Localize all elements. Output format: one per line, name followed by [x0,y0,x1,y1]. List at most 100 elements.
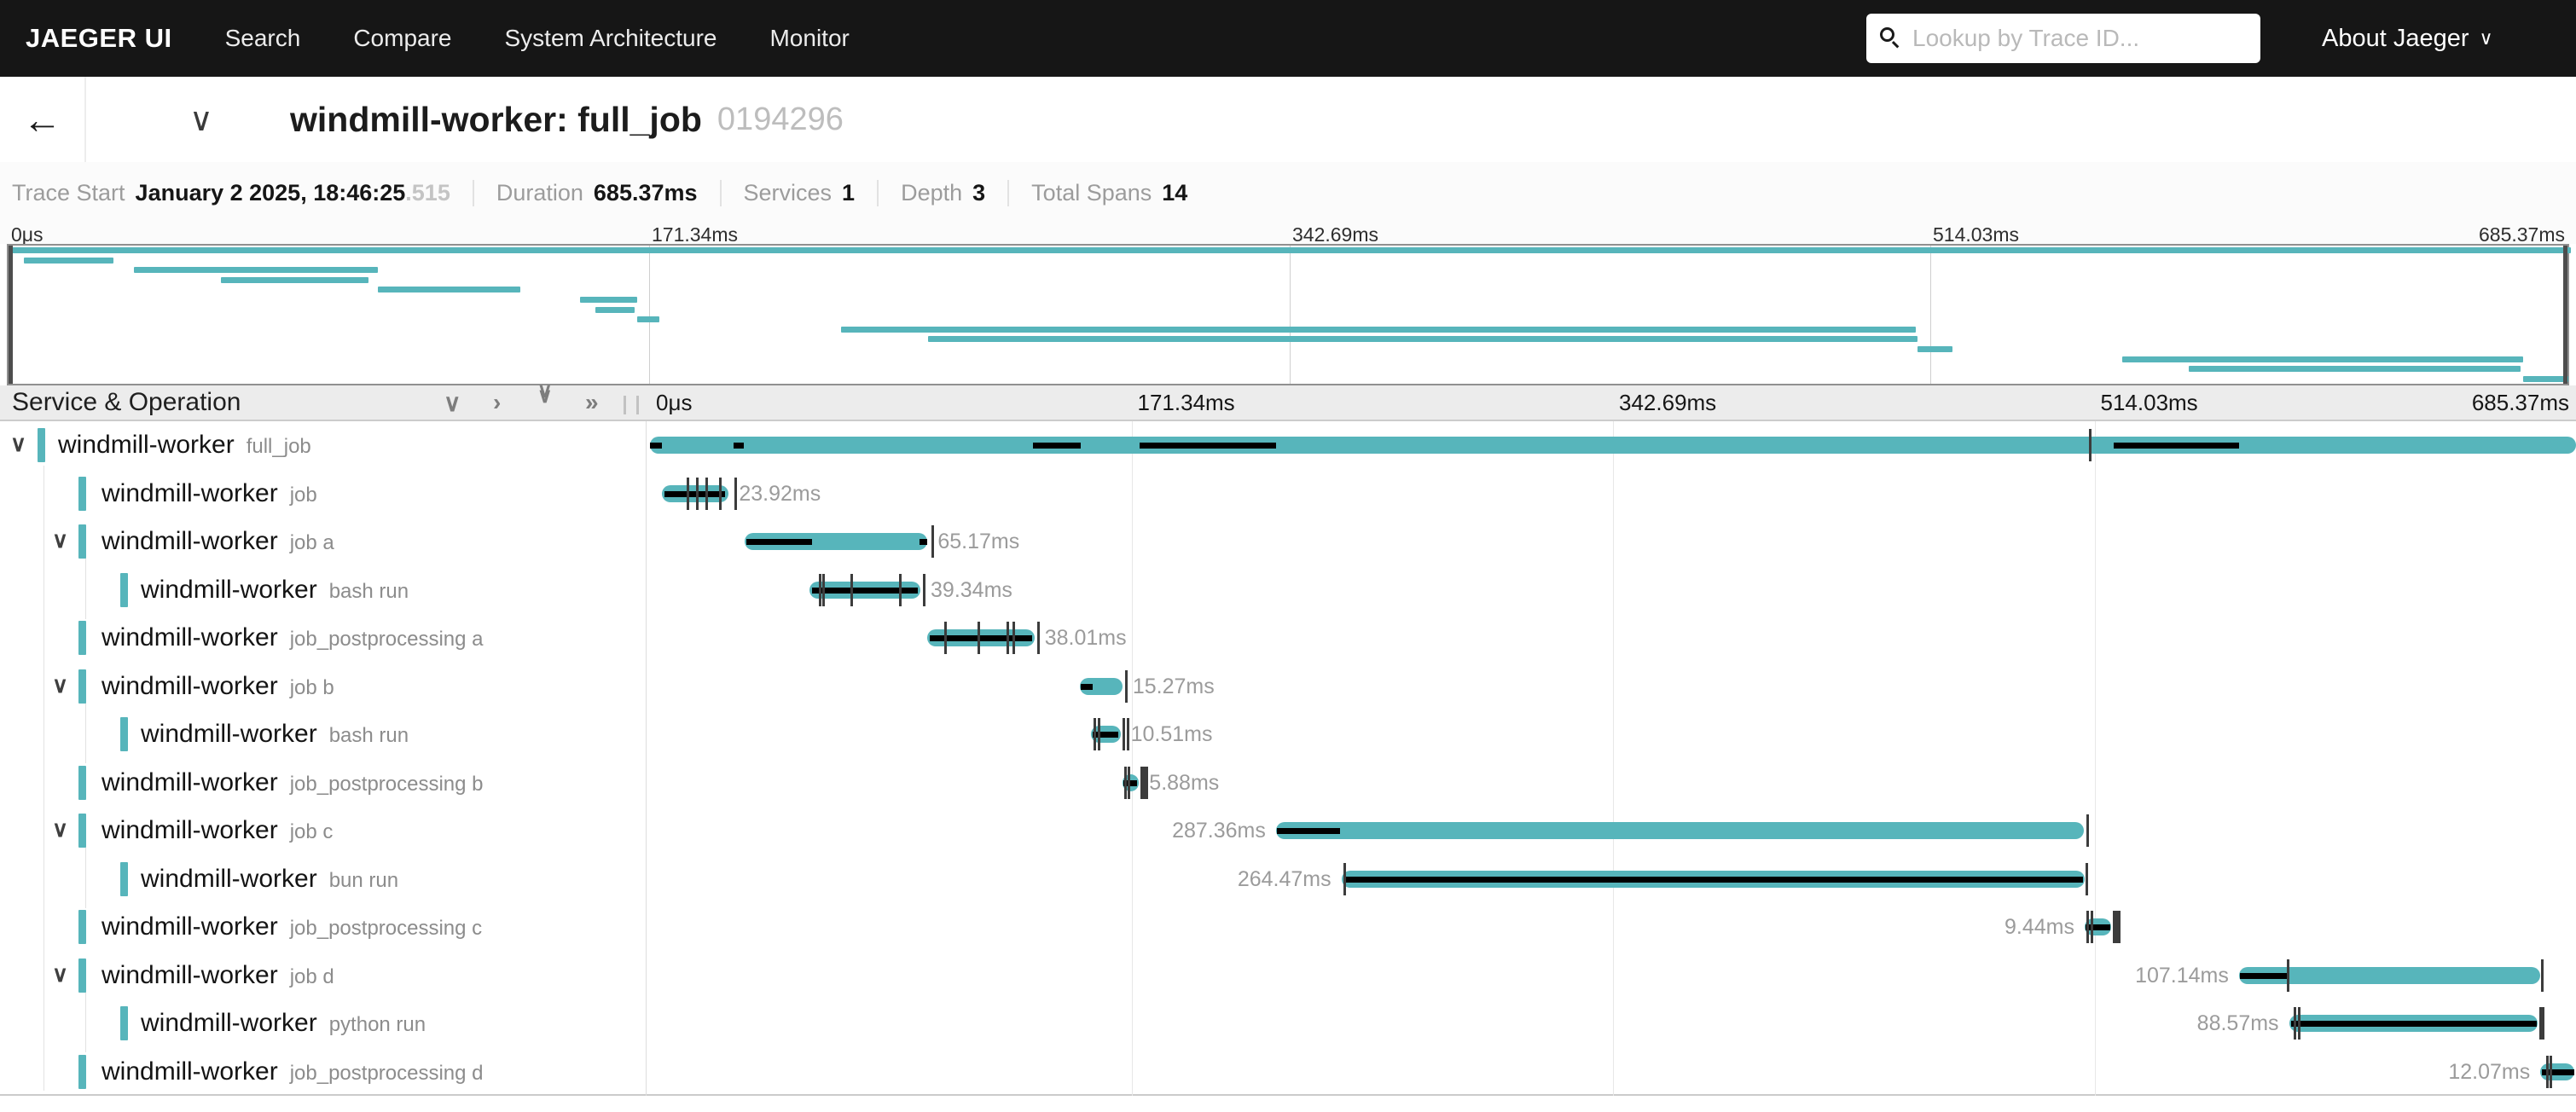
span-log-tick [687,478,689,510]
minimap-right-scrubber-handle[interactable] [2563,246,2567,384]
span-operation-name: bash run [329,724,409,747]
span-duration-bar[interactable] [650,437,2576,454]
trace-id: 0194296 [717,101,844,138]
span-collapse-chevron-icon[interactable]: ∨ [52,816,68,843]
nav-item-compare[interactable]: Compare [353,25,451,52]
span-log-tick [1123,718,1125,750]
trace-title: windmill-worker: full_job 0194296 [290,77,844,162]
jaeger-logo[interactable]: JAEGER UI [26,23,172,54]
span-duration-label: 107.14ms [2135,964,2229,988]
span-operation-name: job d [290,965,334,988]
span-row[interactable]: windmill-workerpython run88.57ms [0,999,2576,1048]
service-operation-header: Service & Operation [12,385,241,420]
search-icon [1880,27,1902,49]
span-service-name[interactable]: windmill-workerjob_postprocessing d [102,1057,484,1086]
span-row[interactable]: windmill-workerjob 23.92ms [0,470,2576,518]
span-log-tick [978,622,980,654]
nav-item-system-architecture[interactable]: System Architecture [505,25,717,52]
span-row[interactable]: windmill-workerbash run39.34ms [0,566,2576,615]
span-operation-name: job_postprocessing c [290,917,482,940]
summary-label: Services [744,180,833,206]
span-collapse-chevron-icon[interactable]: ∨ [52,961,68,987]
collapse-trace-details-chevron[interactable]: ∨ [189,77,213,162]
span-critical-path-segment [1277,828,1340,834]
span-service-name[interactable]: windmill-workerjob_postprocessing b [102,768,484,797]
chevron-down-icon: ∨ [2480,27,2493,49]
span-collapse-chevron-icon[interactable]: ∨ [10,431,26,457]
span-log-tick [2541,959,2544,992]
span-service-name[interactable]: windmill-workerjob_postprocessing c [102,912,482,941]
span-collapse-chevron-icon[interactable]: ∨ [52,527,68,553]
span-row[interactable]: ∨ windmill-workerfull_job [0,421,2576,470]
back-button[interactable]: ← [0,77,86,162]
span-row[interactable]: windmill-workerbun run264.47ms [0,855,2576,904]
span-log-tick [1012,622,1015,654]
minimap-span-bar [24,258,113,264]
minimap-span-bar [1917,346,1952,352]
span-operation-name: full_job [247,435,311,458]
span-service-name[interactable]: windmill-workerjob_postprocessing a [102,623,484,652]
span-duration-label: 38.01ms [1045,626,1127,651]
collapse-one-icon[interactable]: ∨ [444,385,461,420]
expand-all-icon[interactable]: » [585,385,599,420]
trace-id-search-input[interactable]: Lookup by Trace ID... [1866,14,2260,63]
nav-item-monitor[interactable]: Monitor [769,25,849,52]
span-duration-label: 23.92ms [739,482,821,507]
span-service-name[interactable]: windmill-workerjob d [102,961,334,990]
span-operation-name: job_postprocessing a [290,628,484,651]
span-log-tick [2550,1056,2552,1088]
span-service-name[interactable]: windmill-workerfull_job [58,431,311,460]
span-rows-area: ∨ windmill-workerfull_job windmill-workerj… [0,421,2576,1096]
timeline-tick-label: 171.34ms [1138,385,1235,420]
span-critical-path-segment [746,539,812,545]
minimap-left-scrubber-handle[interactable] [9,246,13,384]
span-row[interactable]: ∨windmill-workerjob c287.36ms [0,807,2576,855]
span-critical-path-segment [650,443,662,449]
span-collapse-chevron-icon[interactable]: ∨ [52,672,68,698]
span-row[interactable]: ∨windmill-workerjob b15.27ms [0,663,2576,711]
span-log-tick [944,622,947,654]
span-row[interactable]: windmill-workerjob_postprocessing d12.07… [0,1048,2576,1097]
span-service-name[interactable]: windmill-workerbash run [141,720,409,749]
span-duration-label: 9.44ms [2005,915,2074,940]
span-row[interactable]: windmill-workerjob_postprocessing c 9.44m… [0,903,2576,952]
span-duration-bar[interactable] [1276,822,2084,839]
timeline-tick-label: 342.69ms [1619,385,1716,420]
minimap-span-bar [378,287,520,292]
span-log-tick [2294,1007,2296,1040]
span-critical-path-segment [1033,443,1080,449]
span-operation-name: job [290,484,317,507]
span-critical-path-segment [2240,973,2289,979]
minimap-gridline [1290,246,1291,384]
span-service-name[interactable]: windmill-workerbun run [141,865,398,894]
span-row[interactable]: windmill-workerjob_postprocessing a 38.01… [0,614,2576,663]
span-service-color-bar [78,524,86,559]
span-row[interactable]: ∨ windmill-workerjob d 107.14ms [0,952,2576,1000]
timeline-minimap[interactable] [7,244,2569,385]
span-row[interactable]: ∨windmill-workerjob a65.17ms [0,518,2576,566]
span-log-tick [1127,718,1129,750]
summary-value: 3 [972,180,985,206]
span-row[interactable]: windmill-workerbash run10.51ms [0,710,2576,759]
span-service-name[interactable]: windmill-workerpython run [141,1009,426,1038]
span-log-tick [696,478,699,510]
span-row[interactable]: windmill-workerjob_postprocessing b5.88m… [0,759,2576,808]
minimap-span-bar [134,267,378,273]
span-service-color-bar [120,573,128,607]
span-service-name[interactable]: windmill-workerbash run [141,576,409,605]
span-log-tick [899,574,902,606]
span-log-tick [1037,622,1040,654]
span-service-name[interactable]: windmill-workerjob b [102,672,334,701]
span-service-name[interactable]: windmill-workerjob a [102,527,334,556]
summary-item-trace-start: Trace StartJanuary 2 2025, 18:46:25.515 [12,180,473,206]
expand-one-icon[interactable]: › [493,385,501,420]
span-log-tick [822,574,825,606]
about-jaeger-menu[interactable]: About Jaeger ∨ [2322,0,2493,77]
span-service-color-bar [120,862,128,896]
nav-item-search[interactable]: Search [225,25,301,52]
column-resizer-handle[interactable] [624,396,639,414]
span-service-name[interactable]: windmill-workerjob c [102,816,333,845]
span-critical-path-segment [1093,732,1118,738]
collapse-all-icon[interactable]: ∨∨ [537,385,553,420]
span-service-name[interactable]: windmill-workerjob [102,479,317,508]
